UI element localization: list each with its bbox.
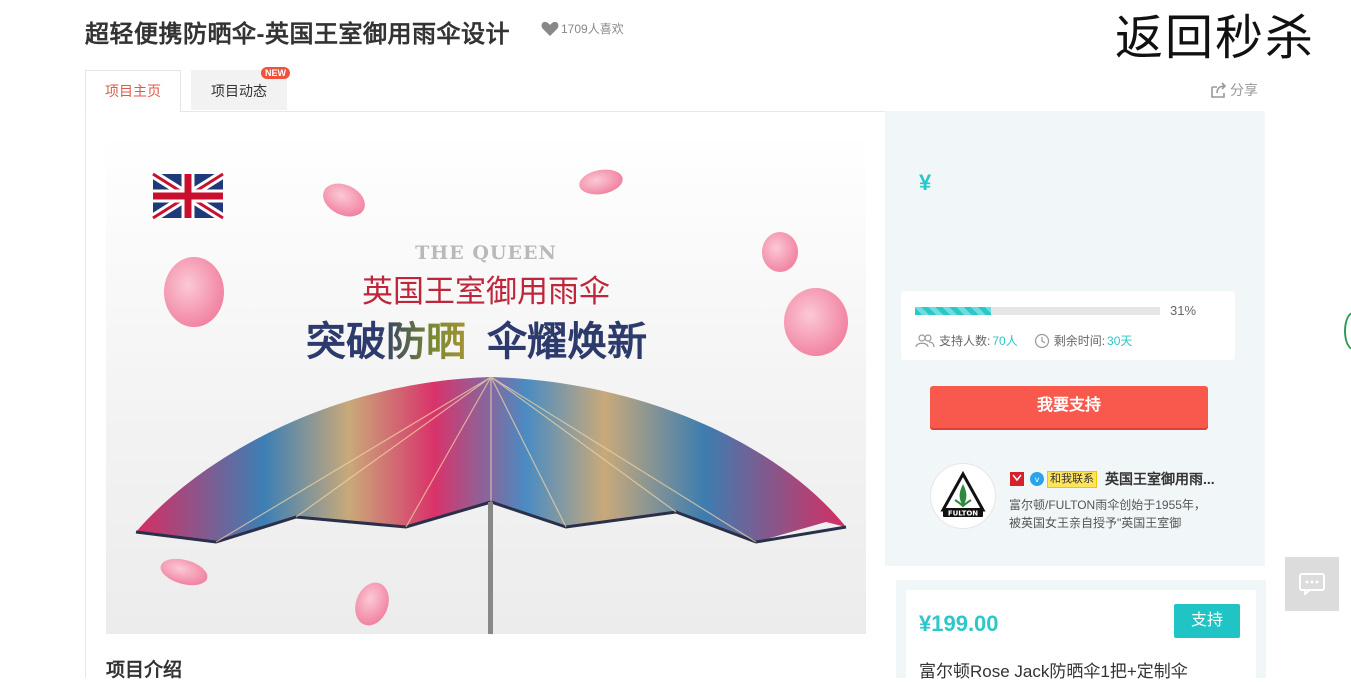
share-button[interactable]: 分享 [1210,80,1258,100]
hero-headline: 英国王室御用雨伞 [362,274,610,309]
new-badge: NEW [261,67,290,79]
hero-slogan-part-b: 伞耀焕新 [487,320,648,364]
chat-icon [1299,573,1325,595]
funding-stats-box [901,291,1235,360]
back-to-flash-sale-button[interactable]: 返回秒杀 [1115,8,1315,68]
hero-slogan-part-a: 突破防晒 [306,320,466,364]
side-widget-edge[interactable] [1344,312,1351,350]
fulton-logo-text: FULTON [948,510,978,518]
funding-progress-fill [915,307,991,315]
contact-me-button[interactable]: 和我联系 [1047,470,1097,488]
verified-icon: v [1030,472,1044,486]
backers-value: 70人 [992,334,1018,348]
owner-avatar[interactable]: FULTON [930,463,996,529]
funding-percent: 31% [1170,303,1197,318]
reward-description: 富尔顿Rose Jack防晒伞1把+定制伞 [919,662,1188,681]
union-jack-flag [150,170,226,222]
funding-currency: ¥ [919,170,932,195]
umbrella-hero-illustration [135,169,848,634]
heart-icon [541,21,559,36]
backers-icon [915,333,935,347]
share-icon [1211,82,1227,98]
reward-support-button[interactable]: 支持 [1174,604,1240,638]
project-hero-image [106,132,866,634]
time-left-value: 30天 [1107,334,1133,348]
like-counter[interactable]: 1709人喜欢 [541,20,624,37]
reward-price: ¥199.00 [919,611,999,636]
time-left-label: 剩余时间: [1053,334,1106,348]
support-project-button[interactable]: 我要支持 [930,386,1208,428]
project-title: 超轻便携防晒伞-英国王室御用雨伞设计 [85,21,510,48]
owner-name[interactable]: 英国王室御用雨... [1105,469,1215,489]
tab-project-updates-label: 项目动态 [211,83,267,99]
tab-bar: 项目主页 项目动态 NEW [85,67,290,112]
owner-description: 富尔顿/FULTON雨伞创始于1955年，被英国女王亲自授予"英国王室御 [1009,498,1206,530]
clock-icon [1034,333,1049,348]
backers-label: 支持人数: [939,334,991,348]
tab-project-updates[interactable]: 项目动态 NEW [191,67,290,110]
hero-slogan: 突破防晒 伞耀焕新 [306,309,647,367]
hero-brand-line: THE QUEEN [415,242,557,264]
fulton-logo: FULTON [940,470,986,518]
svg-text:v: v [1035,475,1040,484]
funding-stats-row: 支持人数: 70人 剩余时间: 30天 [915,332,1132,349]
medal-icon [1010,472,1024,486]
chat-button[interactable] [1285,557,1339,611]
tab-project-home[interactable]: 项目主页 [85,70,181,112]
likes-text: 1709人喜欢 [561,22,624,36]
owner-info-row: v 和我联系 英国王室御用雨... [1009,469,1215,489]
share-label: 分享 [1230,82,1258,98]
funding-progress-bar [915,307,1160,315]
